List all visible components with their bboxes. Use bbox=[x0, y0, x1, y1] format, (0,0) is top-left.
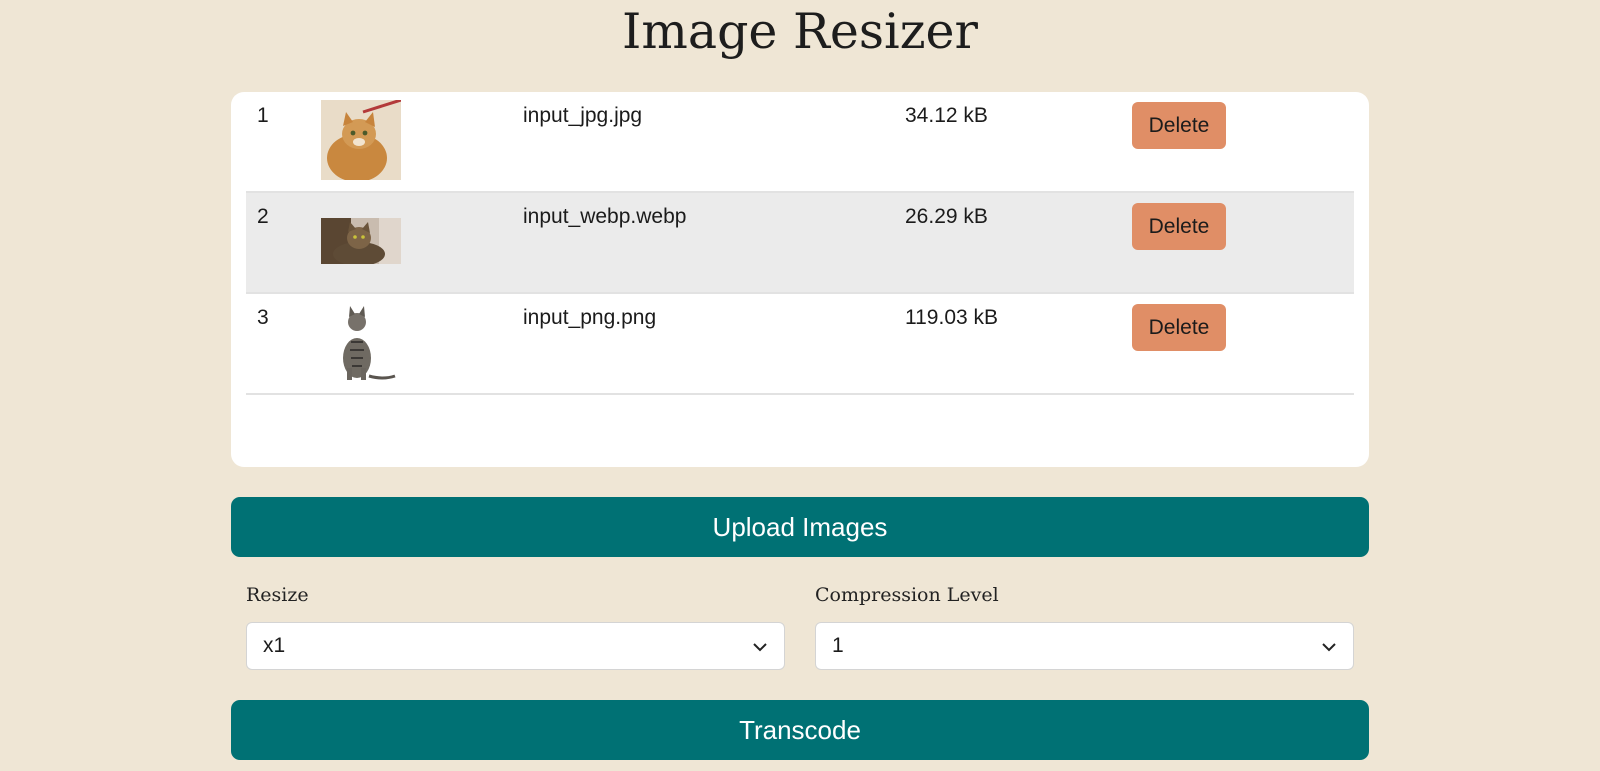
row-index: 1 bbox=[257, 104, 269, 127]
row-index: 2 bbox=[257, 205, 269, 228]
thumbnail-image bbox=[321, 218, 401, 264]
file-size: 119.03 kB bbox=[905, 306, 999, 329]
page-title: Image Resizer bbox=[622, 3, 978, 60]
thumbnail bbox=[321, 201, 401, 281]
file-name: input_webp.webp bbox=[523, 205, 687, 228]
row-index: 3 bbox=[257, 306, 269, 329]
file-size: 26.29 kB bbox=[905, 205, 988, 228]
delete-button[interactable]: Delete bbox=[1132, 203, 1226, 250]
thumbnail bbox=[321, 100, 401, 180]
file-size: 34.12 kB bbox=[905, 104, 988, 127]
delete-button[interactable]: Delete bbox=[1132, 102, 1226, 149]
file-name: input_png.png bbox=[523, 306, 657, 329]
thumbnail-image bbox=[321, 100, 401, 180]
resize-select[interactable]: x1 bbox=[246, 622, 785, 670]
thumbnail-image bbox=[321, 302, 401, 382]
table-row: 1 input_jpg.jpg 34.12 kB Delete bbox=[246, 92, 1354, 193]
compression-label: Compression Level bbox=[815, 584, 999, 606]
delete-button[interactable]: Delete bbox=[1132, 304, 1226, 351]
upload-images-button[interactable]: Upload Images bbox=[231, 497, 1369, 557]
compression-select[interactable]: 1 bbox=[815, 622, 1354, 670]
chevron-down-icon bbox=[753, 643, 767, 652]
transcode-button[interactable]: Transcode bbox=[231, 700, 1369, 760]
chevron-down-icon bbox=[1322, 643, 1336, 652]
file-table: 1 input_jpg.jpg 34.12 kB Delete 2 input_… bbox=[246, 92, 1354, 395]
table-row: 2 input_webp.webp 26.29 kB Delete bbox=[246, 193, 1354, 294]
compression-select-value: 1 bbox=[832, 634, 844, 657]
file-name: input_jpg.jpg bbox=[523, 104, 643, 127]
resize-select-value: x1 bbox=[263, 634, 286, 657]
table-row: 3 input_png.png 119.03 kB Delete bbox=[246, 294, 1354, 395]
resize-label: Resize bbox=[246, 584, 309, 606]
thumbnail bbox=[321, 302, 401, 382]
file-list-card: 1 input_jpg.jpg 34.12 kB Delete 2 input_… bbox=[231, 92, 1369, 467]
